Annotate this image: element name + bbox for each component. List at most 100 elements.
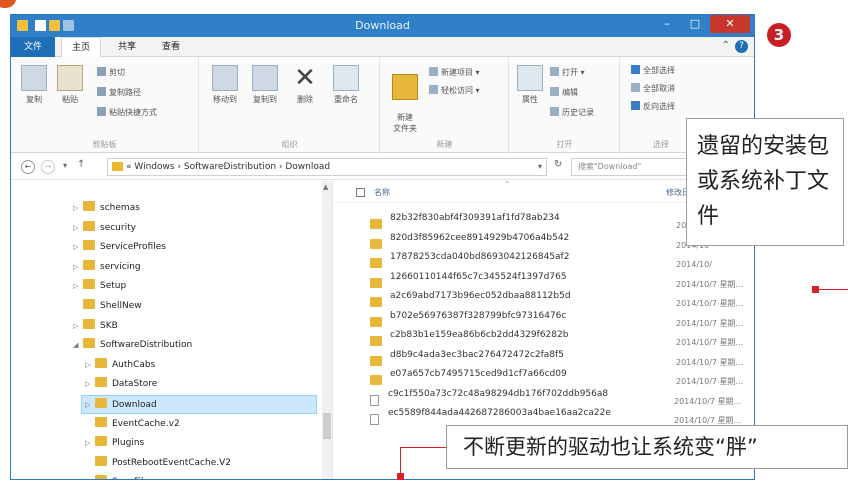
tree-item[interactable]: ▷ ServiceProfiles [73,238,166,257]
bottom-callout: 不断更新的驱动也让系统变“胖” [446,425,848,469]
tree-item[interactable]: ▷ Setup [73,277,126,296]
tree-item-label: AuthCabs [112,359,156,370]
tree-item[interactable]: EventCache.v2 [85,415,180,434]
select-all-icon [631,65,640,74]
file-name: 82b32f830abf4f309391af1fd78ab234 [390,213,560,223]
sort-caret-icon: ⌃ [504,180,511,189]
file-row[interactable]: 12660110144f65c7c345524f1397d7652014/10/… [370,268,754,289]
folder-icon [370,277,382,288]
tree-item-label: schemas [100,203,140,213]
tree-item[interactable]: ▷ SKB [73,317,118,336]
address-bar[interactable]: « Windows › SoftwareDistribution › Downl… [107,158,547,176]
expand-chevron-icon[interactable]: ▷ [85,396,95,415]
expand-chevron-icon[interactable]: ▷ [73,238,83,257]
tree-item[interactable]: ▷ security [73,219,136,238]
address-dropdown-icon[interactable]: ▾ [538,162,542,171]
tree-item[interactable]: ▷ AuthCabs [85,356,155,375]
folder-icon [370,355,382,366]
history-button[interactable]: 历史记录 [550,107,594,118]
folder-icon [370,258,382,268]
paste-shortcut-button[interactable]: 粘贴快捷方式 [97,107,157,118]
tree-item[interactable]: ScanFile [85,473,149,479]
tree-item[interactable]: ▷ servicing [73,258,141,277]
file-row[interactable]: 17878253cda040bd8693042126845af22014/10/ [370,248,754,269]
nav-scrollbar[interactable]: ▲ [322,181,332,479]
forward-button[interactable]: → [41,160,55,174]
select-none-label: 全部取消 [643,84,675,93]
move-to-button[interactable]: 移动到 [208,65,242,105]
refresh-icon[interactable]: ↻ [554,159,562,170]
file-row[interactable]: d8b9c4ada3ec3bac276472472c2fa8f52014/10/… [370,346,754,367]
expand-chevron-icon[interactable]: ▷ [73,317,83,336]
minimize-button[interactable]: – [654,15,680,33]
copy-icon [21,65,47,91]
back-button[interactable]: ← [21,160,35,174]
nav-scroll-thumb[interactable] [323,413,331,439]
expand-chevron-icon[interactable]: ▷ [73,258,83,277]
close-button[interactable]: ✕ [710,15,750,33]
file-name: 17878253cda040bd8693042126845af2 [390,252,570,262]
folder-icon [95,357,107,368]
file-icon [370,414,379,425]
file-row[interactable]: a2c69abd7173b96ec052dbaa88112b5d2014/10/… [370,287,754,308]
properties-button[interactable]: 属性 [516,65,544,105]
new-item-button[interactable]: 新建项目 ▾ [429,67,480,78]
tab-file[interactable]: 文件 [11,37,55,57]
tree-item[interactable]: ◢ SoftwareDistribution [73,336,192,355]
select-none-button[interactable]: 全部取消 [631,83,675,94]
paste-shortcut-label: 粘贴快捷方式 [109,108,157,117]
expand-chevron-icon[interactable]: ◢ [73,336,83,355]
copy-to-button[interactable]: 复制到 [248,65,282,105]
tree-item-label: security [100,222,136,233]
up-button[interactable]: ↑ [77,159,85,170]
ribbon: 复制 粘贴 剪切 复制路径 粘贴快捷方式 剪贴板 移动到 复制到 ✕ 删除 重命… [11,57,754,153]
ribbon-collapse-icon[interactable]: ⌃ [722,40,730,51]
tree-item-label: Setup [100,281,127,292]
copy-path-button[interactable]: 复制路径 [97,87,141,98]
folder-icon [83,259,95,270]
expand-chevron-icon[interactable]: ▷ [85,375,95,394]
folder-icon [83,201,95,211]
edit-icon [550,87,559,96]
new-folder-button[interactable]: 新建 文件夹 [387,65,423,134]
tree-item[interactable]: ▷ Plugins [85,434,144,453]
copy-to-label: 复制到 [253,95,277,104]
tab-view[interactable]: 查看 [151,37,191,57]
edit-button[interactable]: 编辑 [550,87,578,98]
move-to-icon [212,65,238,91]
expand-chevron-icon[interactable]: ▷ [73,219,83,238]
paste-button[interactable]: 粘贴 [55,65,85,105]
file-row[interactable]: e07a657cb7495715ced9d1cf7a66cd092014/10/… [370,365,754,386]
easy-access-button[interactable]: 轻松访问 ▾ [429,85,480,96]
file-row[interactable]: b702e56976387f328799bfc97316476c2014/10/… [370,307,754,328]
expand-chevron-icon[interactable]: ▷ [73,199,83,218]
tree-item[interactable]: ShellNew [73,297,142,316]
cut-button[interactable]: 剪切 [97,67,125,78]
tab-home[interactable]: 主页 [61,37,101,58]
file-row[interactable]: c9c1f550a73c72c48a98294db176f702ddb956a8… [370,385,754,406]
expand-chevron-icon[interactable]: ▷ [73,277,83,296]
open-button[interactable]: 打开 ▾ [550,67,585,78]
scroll-up-icon[interactable]: ▲ [323,183,328,191]
tree-item[interactable]: ▷ DataStore [85,375,157,394]
recent-locations-icon[interactable]: ▾ [63,161,67,170]
select-all-button[interactable]: 全部选择 [631,65,675,76]
file-row[interactable]: c2b83b1e159ea86b6cb2dd4329f6282b2014/10/… [370,326,754,347]
rename-button[interactable]: 重命名 [328,65,364,105]
expand-chevron-icon[interactable]: ▷ [85,434,95,453]
tree-item[interactable]: ▷ schemas [73,199,140,218]
file-name: d8b9c4ada3ec3bac276472472c2fa8f5 [390,349,564,360]
tab-share[interactable]: 共享 [107,37,147,57]
delete-button[interactable]: ✕ 删除 [290,65,320,105]
tree-item[interactable]: PostRebootEventCache.V2 [85,454,231,473]
select-all-checkbox[interactable] [356,188,365,197]
tree-item[interactable]: ▷ Download [81,395,317,414]
invert-selection-button[interactable]: 反向选择 [631,101,675,112]
expand-chevron-icon[interactable]: ▷ [85,356,95,375]
file-row[interactable]: ec5589f844ada442687286003a4bae16aa2ca22e… [370,404,754,425]
help-icon[interactable]: ? [735,40,748,53]
folder-icon [95,398,107,408]
maximize-button[interactable]: □ [682,15,708,33]
column-name[interactable]: 名称 [374,187,390,198]
copy-button[interactable]: 复制 [19,65,49,105]
